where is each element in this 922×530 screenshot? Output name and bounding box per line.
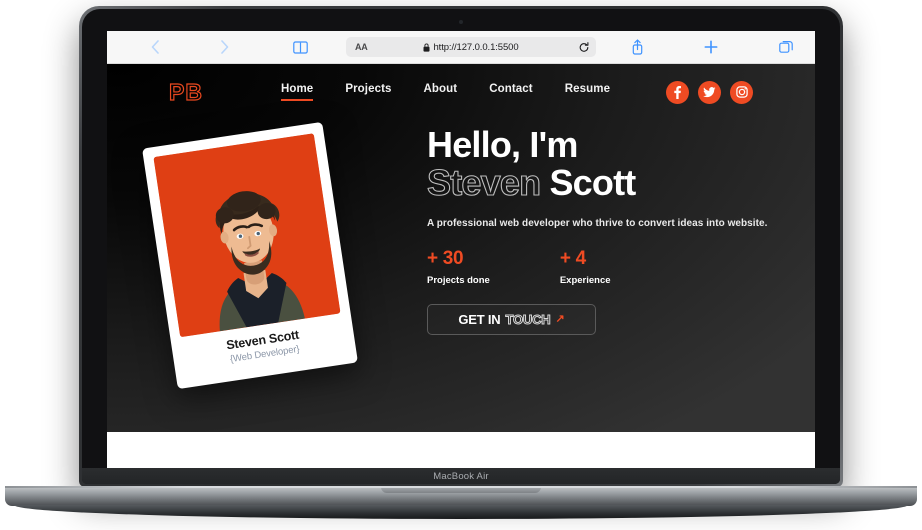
cta-text-outline: TOUCH <box>505 311 551 327</box>
stat-experience-value: + 4 <box>559 247 586 269</box>
webcam-icon <box>459 20 463 24</box>
social-links <box>666 80 753 104</box>
stat-experience-label: Experience <box>559 274 611 286</box>
hero-name-first: Steven <box>426 162 541 204</box>
hero-name-last: Scott <box>549 162 636 204</box>
stat-projects-label: Projects done <box>427 274 490 286</box>
hero-subtitle: A professional web developer who thrive … <box>427 217 768 229</box>
nav-item-projects[interactable]: Projects <box>345 83 391 101</box>
lock-icon <box>423 43 430 52</box>
plus-icon[interactable] <box>700 40 722 54</box>
stat-projects: + 30 Projects done <box>427 248 490 286</box>
address-bar[interactable]: AA http://127.0.0.1:5500 <box>346 37 596 57</box>
laptop-chin: MacBook Air <box>82 468 840 484</box>
book-icon[interactable] <box>289 40 311 54</box>
stat-experience: + 4 Experience <box>560 248 611 286</box>
nav-item-home[interactable]: Home <box>280 83 314 101</box>
profile-photo <box>153 133 341 338</box>
site-header: PB Home Projects About Contact Resume <box>107 64 815 120</box>
nav-item-resume[interactable]: Resume <box>565 83 610 101</box>
laptop-mockup: AA http://127.0.0.1:5500 PB Home Project… <box>0 0 922 530</box>
web-page: PB Home Projects About Contact Resume St… <box>107 64 815 468</box>
hero-name: Steven Scott <box>426 162 777 204</box>
facebook-icon[interactable] <box>666 80 689 104</box>
arrow-up-right-icon: ↗ <box>555 312 565 325</box>
laptop-foot <box>14 505 908 519</box>
laptop-bezel: AA http://127.0.0.1:5500 PB Home Project… <box>82 9 840 484</box>
reader-size-button[interactable]: AA <box>355 42 368 52</box>
profile-card: Steven Scott {Web Developer} <box>142 121 358 390</box>
chevron-left-icon[interactable] <box>144 40 166 54</box>
nav-item-about[interactable]: About <box>424 83 458 101</box>
stats-row: + 30 Projects done + 4 Experience <box>427 248 777 286</box>
next-section <box>107 432 815 468</box>
base-notch <box>381 486 541 493</box>
url-display: http://127.0.0.1:5500 <box>346 42 596 53</box>
hero-text: Hello, I'm Steven Scott A professional w… <box>426 124 777 335</box>
hero-body: Steven Scott {Web Developer} Hello, I'm … <box>107 120 815 432</box>
stat-projects-value: + 30 <box>427 247 464 269</box>
device-model-label: MacBook Air <box>433 470 489 482</box>
url-text: http://127.0.0.1:5500 <box>433 41 519 53</box>
cta-text-solid: GET IN <box>458 311 501 327</box>
share-icon[interactable] <box>626 39 648 55</box>
hero-greeting: Hello, I'm <box>427 124 578 165</box>
tabs-icon[interactable] <box>775 40 797 54</box>
get-in-touch-button[interactable]: GET IN TOUCH ↗ <box>427 303 596 335</box>
hero-section: PB Home Projects About Contact Resume St… <box>107 64 815 432</box>
laptop-lid: AA http://127.0.0.1:5500 PB Home Project… <box>79 6 843 487</box>
screen: AA http://127.0.0.1:5500 PB Home Project… <box>107 31 815 468</box>
brand-logo[interactable]: PB <box>168 79 203 103</box>
chevron-right-icon[interactable] <box>214 40 236 54</box>
reload-icon[interactable] <box>579 41 589 53</box>
laptop-base <box>5 486 917 506</box>
main-nav: Home Projects About Contact Resume <box>280 83 610 101</box>
nav-item-contact[interactable]: Contact <box>489 83 533 101</box>
instagram-icon[interactable] <box>730 80 753 104</box>
browser-toolbar: AA http://127.0.0.1:5500 <box>107 31 815 64</box>
twitter-icon[interactable] <box>698 80 721 104</box>
